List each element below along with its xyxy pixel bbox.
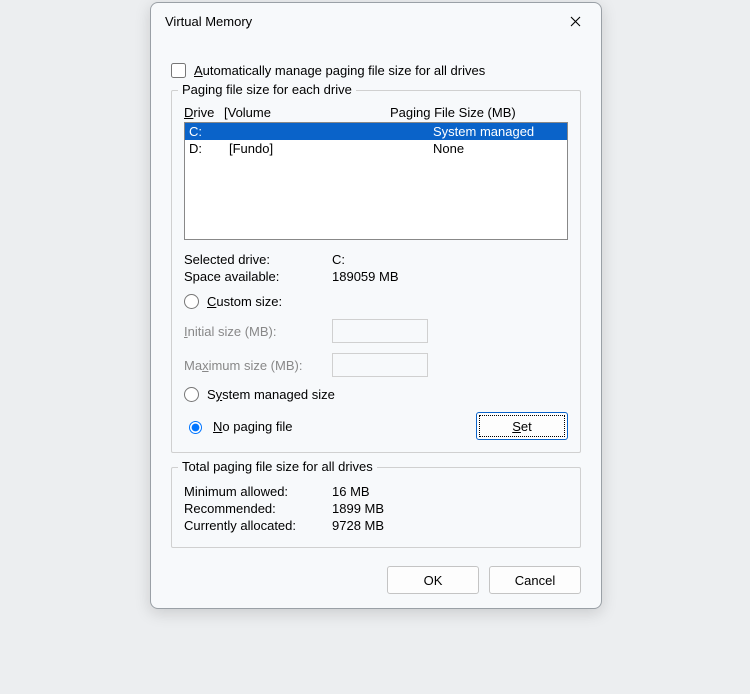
- drive-volume: [Fundo]: [229, 141, 433, 156]
- ok-button[interactable]: OK: [387, 566, 479, 594]
- header-drive: Drive: [184, 105, 224, 120]
- space-available-value: 189059 MB: [332, 269, 568, 284]
- drive-paging-size: None: [433, 141, 563, 156]
- custom-size-row[interactable]: Custom size:: [184, 294, 568, 309]
- set-button[interactable]: Set: [476, 412, 568, 440]
- min-allowed-label: Minimum allowed:: [184, 484, 332, 499]
- auto-manage-checkbox[interactable]: [171, 63, 186, 78]
- selected-drive-label: Selected drive:: [184, 252, 332, 267]
- drive-row[interactable]: C: System managed: [185, 123, 567, 140]
- selected-drive-value: C:: [332, 252, 568, 267]
- total-paging-legend: Total paging file size for all drives: [178, 459, 377, 474]
- drive-paging-size: System managed: [433, 124, 563, 139]
- total-paging-group: Total paging file size for all drives Mi…: [171, 467, 581, 548]
- drive-list[interactable]: C:System managedD:[Fundo]None: [184, 122, 568, 240]
- max-size-input[interactable]: [332, 353, 428, 377]
- header-paging-file-size: Paging File Size (MB): [390, 105, 568, 120]
- close-icon: [570, 16, 581, 27]
- recommended-value: 1899 MB: [332, 501, 568, 516]
- dialog-title: Virtual Memory: [165, 14, 252, 29]
- paging-file-group: Paging file size for each drive Drive [V…: [171, 90, 581, 453]
- paging-file-legend: Paging file size for each drive: [178, 82, 356, 97]
- no-paging-set-row: No paging file Set: [184, 412, 568, 440]
- no-paging-label: No paging file: [213, 419, 293, 434]
- no-paging-row[interactable]: No paging file: [184, 418, 293, 434]
- initial-size-input[interactable]: [332, 319, 428, 343]
- drive-letter: D:: [189, 141, 229, 156]
- system-managed-radio[interactable]: [184, 387, 199, 402]
- initial-size-row: Initial size (MB):: [184, 319, 568, 343]
- titlebar: Virtual Memory: [151, 3, 601, 39]
- close-button[interactable]: [561, 9, 589, 33]
- recommended-label: Recommended:: [184, 501, 332, 516]
- drive-list-header: Drive [Volume Paging File Size (MB): [184, 105, 568, 120]
- min-allowed-value: 16 MB: [332, 484, 568, 499]
- auto-manage-label: Automatically manage paging file size fo…: [194, 63, 485, 78]
- drive-row[interactable]: D:[Fundo]None: [185, 140, 567, 157]
- system-managed-row[interactable]: System managed size: [184, 387, 568, 402]
- dialog-body: Automatically manage paging file size fo…: [151, 39, 601, 608]
- system-managed-label: System managed size: [207, 387, 335, 402]
- drive-volume: [229, 124, 433, 139]
- currently-allocated-label: Currently allocated:: [184, 518, 332, 533]
- max-size-row: Maximum size (MB):: [184, 353, 568, 377]
- totals-table: Minimum allowed: 16 MB Recommended: 1899…: [184, 484, 568, 533]
- dialog-buttons: OK Cancel: [171, 566, 581, 594]
- drive-letter: C:: [189, 124, 229, 139]
- auto-manage-row[interactable]: Automatically manage paging file size fo…: [171, 63, 581, 78]
- cancel-button[interactable]: Cancel: [489, 566, 581, 594]
- virtual-memory-dialog: Virtual Memory Automatically manage pagi…: [150, 2, 602, 609]
- selected-drive-info: Selected drive: C: Space available: 1890…: [184, 252, 568, 284]
- custom-size-radio[interactable]: [184, 294, 199, 309]
- space-available-label: Space available:: [184, 269, 332, 284]
- header-volume: [Volume: [224, 105, 390, 120]
- max-size-label: Maximum size (MB):: [184, 358, 332, 373]
- currently-allocated-value: 9728 MB: [332, 518, 568, 533]
- custom-size-label: Custom size:: [207, 294, 282, 309]
- initial-size-label: Initial size (MB):: [184, 324, 332, 339]
- no-paging-radio[interactable]: [189, 421, 202, 434]
